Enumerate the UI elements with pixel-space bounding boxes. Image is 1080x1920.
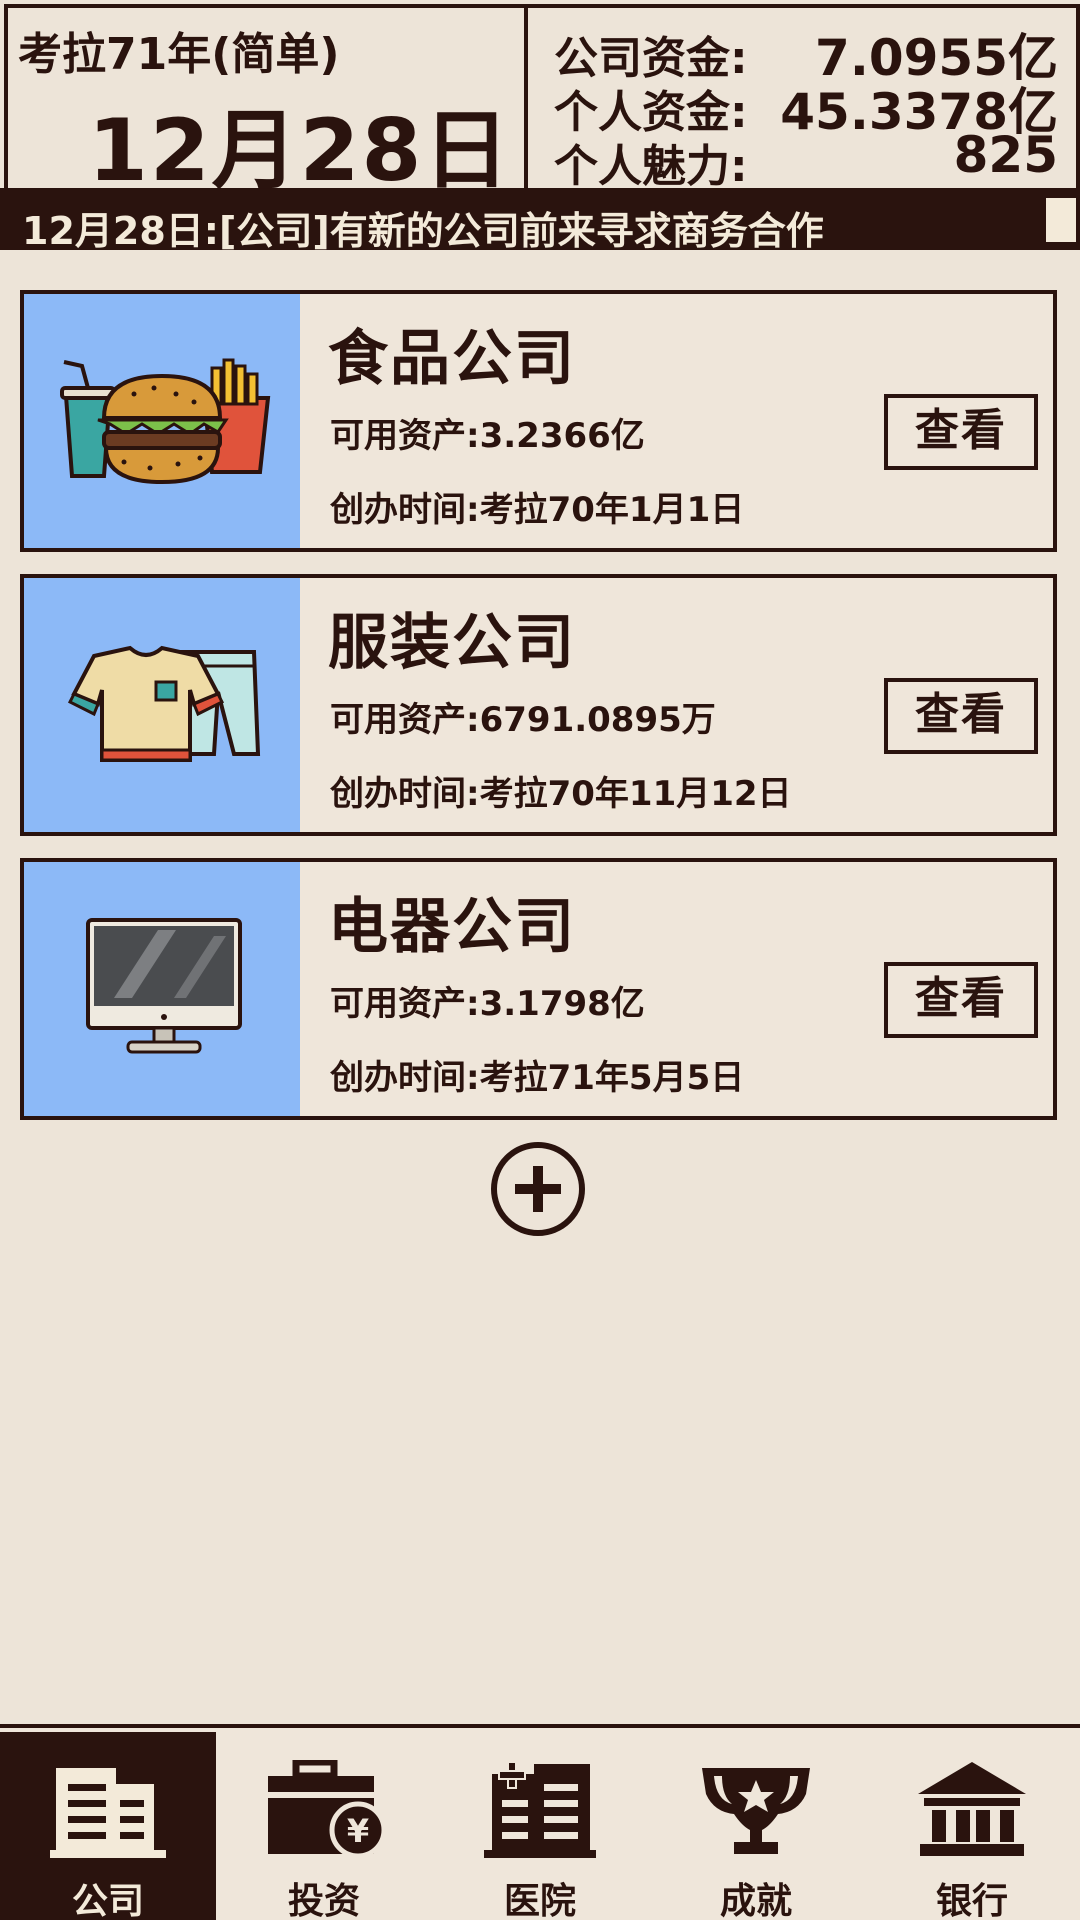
view-company-button[interactable]: 查看 (884, 678, 1038, 754)
hospital-icon (484, 1761, 596, 1858)
company-founded-date: 创办时间:考拉71年5月5日 (330, 1058, 745, 1098)
charisma-label: 个人魅力: (554, 141, 748, 192)
news-ticker-text: 12月28日:[公司]有新的公司前来寻求商务合作 (22, 209, 824, 253)
nav-tab-company[interactable]: 公司 (0, 1732, 216, 1920)
app-root: 考拉71年(简单) 12月28日 公司资金: 7.0955亿 个人资金: 45.… (0, 0, 1080, 1920)
monitor-icon (86, 918, 242, 1054)
nav-tab-hospital[interactable]: 医院 (432, 1732, 648, 1920)
game-date: 12月28日 (88, 101, 512, 201)
nav-label-bank: 银行 (935, 1881, 1008, 1920)
nav-label-invest: 投资 (287, 1881, 360, 1920)
company-building-icon (50, 1768, 166, 1858)
burger-icon (60, 358, 271, 485)
stats-panel: 公司资金: 7.0955亿 个人资金: 45.3378亿 个人魅力: 825 (528, 4, 1080, 192)
company-name: 电器公司 (328, 892, 576, 962)
add-company-button[interactable] (491, 1142, 585, 1236)
nav-label-achievements: 成就 (719, 1881, 792, 1920)
company-founded-date: 创办时间:考拉70年1月1日 (330, 490, 745, 530)
svg-text:¥: ¥ (347, 1812, 369, 1850)
ticker-toggle[interactable] (1042, 194, 1080, 246)
company-card-food: 食品公司 可用资产:3.2366亿 创办时间:考拉70年1月1日 查看 (20, 290, 1057, 552)
bottom-nav: 公司 ¥ 投资 医院 成就 银行 (0, 1724, 1080, 1920)
company-funds-row: 公司资金: 7.0955亿 (554, 22, 1058, 87)
nav-label-company: 公司 (71, 1881, 144, 1920)
news-ticker[interactable]: 12月28日:[公司]有新的公司前来寻求商务合作 (0, 192, 1080, 253)
view-company-button[interactable]: 查看 (884, 962, 1038, 1038)
company-assets: 可用资产:3.2366亿 (330, 416, 645, 456)
briefcase-yen-icon: ¥ (268, 1760, 382, 1859)
company-assets: 可用资产:3.1798亿 (330, 984, 645, 1024)
bank-icon (918, 1762, 1026, 1856)
clothes-icon (67, 645, 261, 762)
charisma-row: 个人魅力: 825 (554, 126, 1058, 192)
nav-tab-bank[interactable]: 银行 (864, 1732, 1080, 1920)
header: 考拉71年(简单) 12月28日 公司资金: 7.0955亿 个人资金: 45.… (0, 0, 1080, 201)
view-company-button[interactable]: 查看 (884, 394, 1038, 470)
charisma-value: 825 (953, 126, 1058, 184)
company-founded-date: 创办时间:考拉70年11月12日 (330, 774, 792, 814)
company-image (24, 578, 300, 832)
game-year: 考拉71年(简单) (18, 29, 340, 80)
company-image (24, 294, 300, 548)
trophy-icon (702, 1768, 810, 1854)
company-name: 食品公司 (328, 324, 576, 394)
date-panel: 考拉71年(简单) 12月28日 (4, 4, 528, 201)
company-card-clothing: 服装公司 可用资产:6791.0895万 创办时间:考拉70年11月12日 查看 (20, 574, 1057, 836)
company-card-electronics: 电器公司 可用资产:3.1798亿 创办时间:考拉71年5月5日 查看 (20, 858, 1057, 1120)
nav-tab-achievements[interactable]: 成就 (648, 1732, 864, 1920)
nav-label-hospital: 医院 (503, 1881, 576, 1920)
company-name: 服装公司 (328, 608, 576, 678)
personal-funds-row: 个人资金: 45.3378亿 (554, 76, 1058, 141)
company-assets: 可用资产:6791.0895万 (330, 700, 716, 740)
nav-tab-invest[interactable]: ¥ 投资 (216, 1732, 432, 1920)
company-image (24, 862, 300, 1116)
